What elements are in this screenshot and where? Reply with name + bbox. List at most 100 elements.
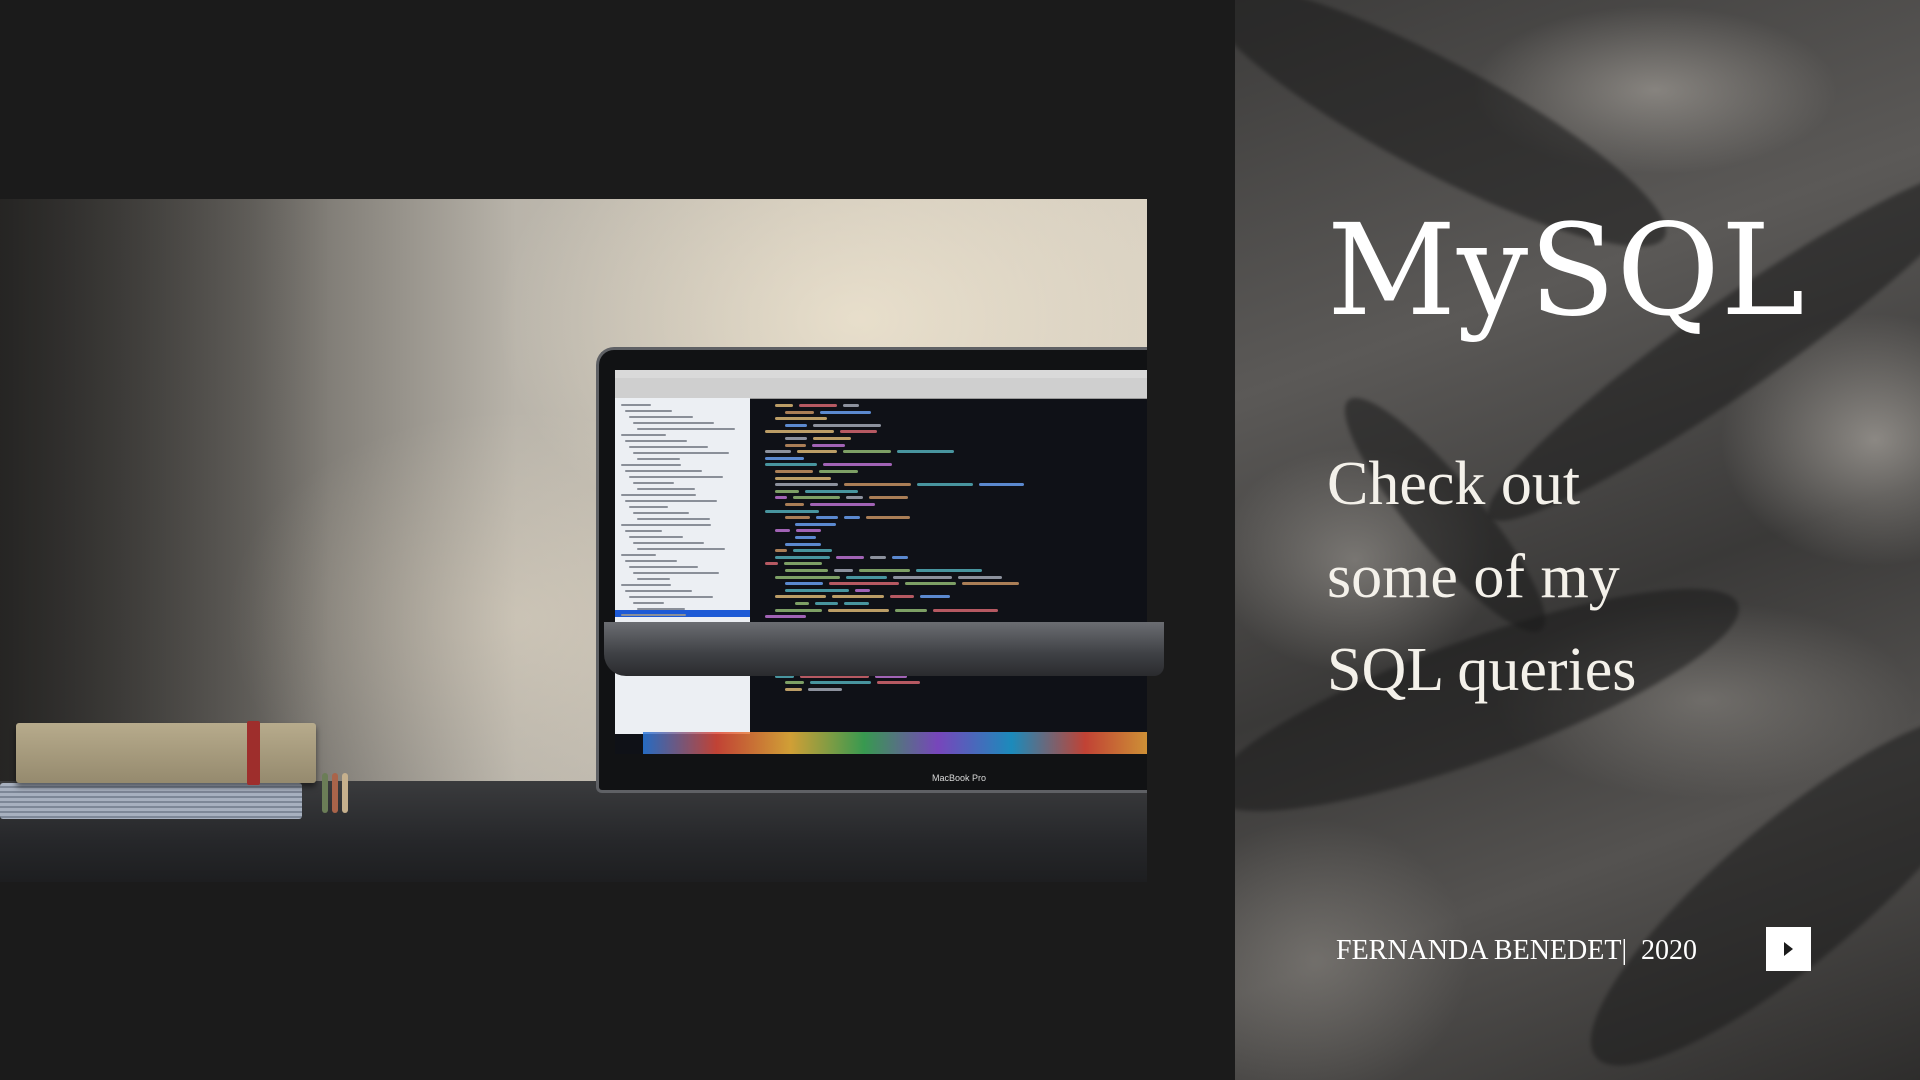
file-tree-item — [625, 590, 692, 592]
slide-title: MySQL — [1327, 197, 1806, 344]
file-tree-item — [633, 512, 689, 514]
code-line-segment — [917, 483, 973, 487]
code-line-segment — [892, 555, 908, 559]
code-line-segment — [775, 529, 790, 533]
code-line-segment — [795, 522, 836, 526]
file-tree-item — [637, 548, 725, 550]
file-tree-item — [625, 530, 662, 532]
file-tree-item — [637, 608, 685, 610]
code-line-segment — [895, 608, 927, 612]
file-tree-item — [629, 506, 668, 508]
code-line-segment — [785, 437, 807, 440]
code-line-segment — [816, 516, 838, 520]
code-line-segment — [785, 588, 849, 592]
file-tree-item — [621, 464, 681, 466]
code-line-segment — [813, 437, 851, 440]
code-line-segment — [785, 681, 804, 685]
code-line-segment — [775, 483, 838, 487]
code-line-segment — [775, 595, 826, 599]
file-tree-item — [629, 446, 708, 448]
code-line-segment — [905, 582, 956, 586]
code-line-segment — [775, 555, 830, 559]
slide-subtitle: Check out some of my SQL queries — [1327, 438, 1747, 717]
code-line-segment — [843, 404, 859, 407]
file-tree-item — [625, 440, 687, 442]
marble-vein — [1550, 669, 1920, 1080]
laptop-photo: MacBook Pro — [0, 199, 1147, 882]
code-line-segment — [775, 404, 793, 407]
code-line-segment — [775, 489, 799, 493]
code-line-segment — [785, 516, 810, 520]
next-slide-button[interactable] — [1766, 927, 1811, 971]
code-line-segment — [785, 687, 802, 691]
code-line-segment — [775, 476, 831, 480]
code-line-segment — [844, 516, 860, 520]
code-line-segment — [836, 555, 864, 559]
file-tree-item — [621, 524, 711, 526]
code-line-segment — [765, 463, 817, 467]
code-line-segment — [785, 503, 804, 506]
code-line-segment — [793, 496, 840, 500]
mac-menubar — [615, 370, 1147, 378]
subtitle-line: Check out — [1327, 450, 1581, 518]
year: 2020 — [1641, 935, 1698, 966]
laptop-screen — [615, 370, 1147, 754]
file-tree-item — [637, 488, 695, 490]
code-line-segment — [765, 430, 834, 434]
code-line-segment — [829, 582, 899, 586]
code-line-segment — [823, 463, 892, 467]
code-line-segment — [799, 404, 837, 407]
code-line-segment — [813, 423, 881, 427]
code-line-segment — [920, 595, 950, 599]
code-line-segment — [844, 483, 911, 487]
file-tree-item — [621, 554, 656, 556]
code-line-segment — [897, 450, 954, 454]
code-line-segment — [775, 417, 827, 421]
file-tree-item — [633, 542, 704, 544]
code-line-segment — [812, 443, 845, 447]
author-name: FERNANDA BENEDET| — [1336, 935, 1628, 966]
file-tree-item — [621, 584, 671, 586]
file-tree-item — [637, 578, 670, 580]
code-line-segment — [805, 489, 858, 493]
code-line-segment — [785, 443, 806, 447]
code-line-segment — [785, 410, 814, 414]
file-tree-item — [621, 404, 651, 406]
code-line-segment — [793, 549, 832, 553]
code-line-segment — [844, 602, 869, 605]
code-line-segment — [819, 470, 858, 473]
code-line-segment — [846, 575, 887, 579]
file-tree-item — [633, 602, 664, 604]
laptop-brand-label: MacBook Pro — [932, 773, 987, 783]
file-tree-item — [621, 614, 686, 616]
file-tree-item — [629, 536, 683, 538]
pencil — [332, 773, 338, 813]
code-line-segment — [832, 595, 884, 599]
book — [16, 723, 316, 783]
code-line-segment — [962, 582, 1019, 586]
file-tree-item — [637, 518, 710, 520]
code-line-segment — [916, 569, 982, 572]
file-tree-item — [629, 596, 713, 598]
code-line-segment — [870, 555, 886, 559]
code-line-segment — [979, 483, 1024, 487]
author-credit: FERNANDA BENEDET| 2020 — [1336, 935, 1697, 967]
code-line-segment — [765, 615, 806, 619]
file-tree-item — [637, 458, 680, 460]
code-line-segment — [785, 569, 828, 572]
file-tree-sidebar — [615, 398, 750, 734]
code-line-segment — [785, 423, 807, 427]
code-line-segment — [765, 509, 819, 513]
code-line-segment — [834, 569, 853, 572]
file-tree-item — [621, 434, 666, 436]
code-line-segment — [785, 582, 823, 586]
subtitle-line: some of my — [1327, 543, 1620, 611]
code-line-segment — [869, 496, 908, 500]
play-triangle-icon — [1784, 942, 1793, 956]
code-line-segment — [840, 430, 877, 434]
file-tree-item — [629, 416, 693, 418]
code-line-segment — [933, 608, 998, 612]
file-tree-item — [629, 566, 698, 568]
code-line-segment — [828, 608, 889, 612]
subtitle-line: SQL queries — [1327, 636, 1637, 704]
